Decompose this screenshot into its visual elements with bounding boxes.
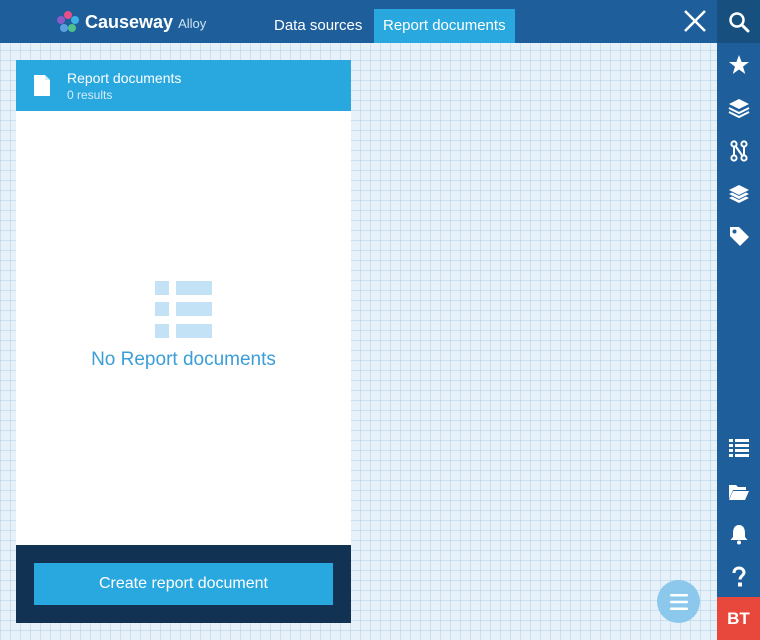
tab-data-sources[interactable]: Data sources xyxy=(265,9,371,43)
graph-icon xyxy=(729,139,748,162)
bell-icon xyxy=(730,524,747,544)
logo-icon xyxy=(57,11,79,32)
user-avatar[interactable]: BT xyxy=(717,597,760,640)
brand-logo[interactable]: Causeway Alloy xyxy=(56,10,206,34)
result-count: 0 results xyxy=(67,88,113,102)
empty-message: No Report documents xyxy=(91,349,276,370)
favorites-button[interactable] xyxy=(717,43,760,86)
help-icon xyxy=(732,565,746,586)
search-button[interactable] xyxy=(717,0,760,43)
tag-icon xyxy=(729,226,749,246)
stack-button[interactable] xyxy=(717,172,760,215)
menu-button[interactable] xyxy=(657,580,700,623)
graph-button[interactable] xyxy=(717,129,760,172)
hamburger-icon xyxy=(669,593,688,610)
report-documents-panel: Report documents 0 results No Report doc… xyxy=(16,60,351,623)
close-icon[interactable] xyxy=(682,8,708,34)
brand-name: Causeway xyxy=(85,11,174,32)
empty-list-icon xyxy=(155,281,212,338)
layers-button[interactable] xyxy=(717,86,760,129)
search-icon xyxy=(728,11,749,32)
panel-header: Report documents 0 results xyxy=(16,60,351,111)
list-button[interactable] xyxy=(717,426,760,469)
tab-report-documents[interactable]: Report documents xyxy=(374,9,515,43)
create-report-button[interactable]: Create report document xyxy=(34,563,333,605)
brand-subtitle: Alloy xyxy=(178,16,207,31)
layers-icon xyxy=(728,98,749,118)
layers-icon xyxy=(728,184,749,203)
panel-title: Report documents xyxy=(67,70,182,86)
folder-button[interactable] xyxy=(717,469,760,512)
top-bar: Causeway Alloy Data sources Report docum… xyxy=(0,0,717,43)
panel-footer: Create report document xyxy=(16,545,351,623)
right-rail: BT xyxy=(717,0,760,640)
star-icon xyxy=(728,54,749,74)
document-icon xyxy=(34,75,50,96)
folder-icon xyxy=(728,484,749,500)
help-button[interactable] xyxy=(717,555,760,598)
notifications-button[interactable] xyxy=(717,512,760,555)
tags-button[interactable] xyxy=(717,214,760,257)
list-icon xyxy=(728,438,749,457)
